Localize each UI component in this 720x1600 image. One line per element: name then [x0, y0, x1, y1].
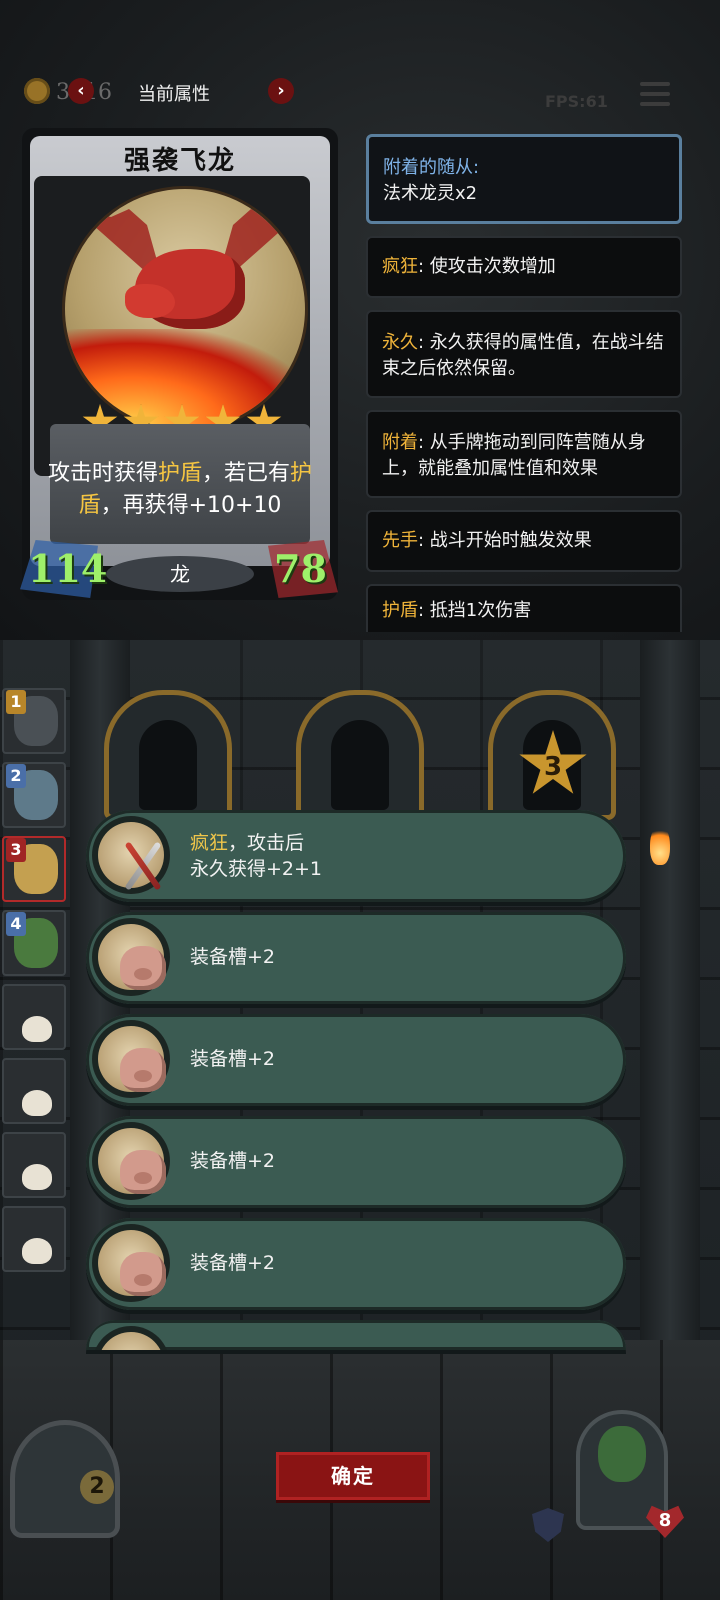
- attack-value: 114: [28, 546, 108, 591]
- unit-type: 龙: [106, 556, 254, 592]
- pig-icon: [120, 1048, 166, 1092]
- pig-icon: [120, 946, 166, 990]
- reward-text: 装备槽+2: [190, 946, 276, 968]
- pig-icon: [120, 1150, 166, 1194]
- team-slot-2[interactable]: 2: [2, 762, 66, 828]
- keyword-panel-attach: 附着: 从手牌拖动到同阵营随从身上，就能叠加属性值和效果: [366, 410, 682, 498]
- card-name: 强袭飞龙: [123, 146, 236, 176]
- prev-button[interactable]: ‹: [68, 78, 94, 104]
- team-slot-1[interactable]: 1: [2, 688, 66, 754]
- team-slot-3[interactable]: 3: [2, 836, 66, 902]
- reward-option[interactable]: 装备槽+2: [86, 1014, 626, 1106]
- crossed-swords-icon: [118, 838, 168, 894]
- keyword-panel-first-strike: 先手: 战斗开始时触发效果: [366, 510, 682, 572]
- next-button[interactable]: ›: [268, 78, 294, 104]
- skull-icon: [22, 1016, 52, 1042]
- arena-arch-1: [104, 690, 232, 820]
- deck-count: 2: [80, 1470, 114, 1504]
- confirm-button[interactable]: 确定: [276, 1452, 430, 1500]
- skull-icon: [22, 1238, 52, 1264]
- coin-icon: [24, 78, 50, 104]
- reward-text: 装备槽+2: [190, 1252, 276, 1274]
- top-bar: 3316 ‹ 当前属性 › FPS:61: [0, 70, 720, 120]
- reward-text: 疯狂，攻击后 永久获得+2+1: [190, 832, 323, 880]
- reward-option-partial[interactable]: [86, 1320, 626, 1350]
- team-slot-empty[interactable]: [2, 1132, 66, 1198]
- team-slot-empty[interactable]: [2, 1206, 66, 1272]
- card-description: 攻击时获得护盾，若已有护盾，再获得+10+10: [47, 461, 313, 518]
- reward-option[interactable]: 装备槽+2: [86, 1218, 626, 1310]
- fps-counter: FPS:61: [545, 92, 608, 111]
- pig-icon: [120, 1252, 166, 1296]
- keyword-panel-attached: 附着的随从: 法术龙灵x2: [366, 134, 682, 224]
- page-title: 当前属性: [138, 84, 210, 105]
- team-slot-4[interactable]: 4: [2, 910, 66, 976]
- health-value: 78: [274, 546, 327, 591]
- arena-arch-2: [296, 690, 424, 820]
- reward-option[interactable]: 疯狂，攻击后 永久获得+2+1: [86, 810, 626, 902]
- reward-text: 装备槽+2: [190, 1048, 276, 1070]
- skull-icon: [22, 1164, 52, 1190]
- unit-card: 强袭飞龙 攻击时获得护盾，若已有护盾，再获得+10+10 114 78 龙: [20, 128, 338, 600]
- keyword-panel-permanent: 永久: 永久获得的属性值，在战斗结束之后依然保留。: [366, 310, 682, 398]
- keyword-panel-frenzy: 疯狂: 使攻击次数增加: [366, 236, 682, 298]
- menu-icon[interactable]: [640, 82, 670, 110]
- reward-option[interactable]: 装备槽+2: [86, 912, 626, 1004]
- dragon-portrait: [62, 186, 308, 432]
- team-slot-empty[interactable]: [2, 984, 66, 1050]
- keyword-panel-shield: 护盾: 抵挡1次伤害: [366, 584, 682, 632]
- reward-option[interactable]: 装备槽+2: [86, 1116, 626, 1208]
- reward-text: 装备槽+2: [190, 1150, 276, 1172]
- torch-icon: [650, 825, 670, 865]
- skull-icon: [22, 1090, 52, 1116]
- team-slot-empty[interactable]: [2, 1058, 66, 1124]
